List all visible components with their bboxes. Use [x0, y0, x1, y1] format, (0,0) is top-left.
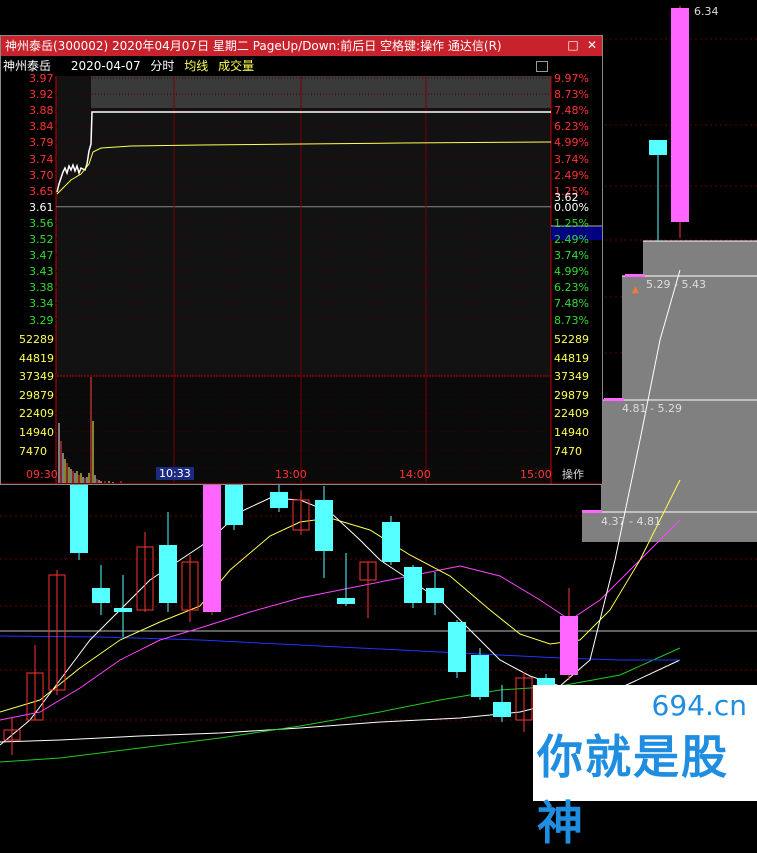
current-price-label: 3.62 — [554, 191, 579, 204]
price-tick: 3.61 — [29, 200, 54, 214]
volume-tick-right: 29879 — [554, 388, 589, 402]
pct-tick: 1.25% — [554, 216, 589, 230]
high-price-label: 6.34 — [694, 5, 719, 18]
price-tick: 3.65 — [29, 184, 54, 198]
candle-body — [92, 588, 110, 603]
chip-marker — [582, 510, 602, 513]
price-tick: 3.47 — [29, 249, 54, 263]
candle-body — [203, 485, 221, 612]
pct-tick: 9.97% — [554, 72, 589, 85]
pct-tick: 8.73% — [554, 88, 589, 102]
candle-body — [471, 655, 489, 697]
pct-tick: 3.74% — [554, 152, 589, 166]
candle-body — [560, 616, 578, 675]
time-tick: 15:00 — [520, 468, 552, 481]
window-title: 神州泰岳(300002) 2020年04月07日 星期二 PageUp/Down… — [5, 39, 502, 53]
price-tick: 3.79 — [29, 136, 54, 150]
close-icon[interactable]: ✕ — [586, 39, 598, 51]
candle-body — [382, 522, 400, 562]
volume-tick-right: 22409 — [554, 407, 589, 421]
time-tick: 09:30 — [26, 468, 58, 481]
volume-tick: 29879 — [19, 388, 54, 402]
price-tick: 3.88 — [29, 104, 54, 118]
up-arrow-icon: ▲ — [632, 285, 639, 295]
candle-body — [337, 598, 355, 604]
price-tick: 3.29 — [29, 313, 54, 327]
pct-tick: 7.48% — [554, 104, 589, 118]
range-label-3: 4.37 - 4.81 — [601, 515, 661, 528]
chip-panel — [622, 276, 757, 400]
volume-tick: 44819 — [19, 351, 54, 365]
pct-tick: 3.74% — [554, 249, 589, 263]
chip-marker — [604, 398, 624, 401]
range-label-2: 4.81 - 5.29 — [622, 402, 682, 415]
candle-body — [493, 702, 511, 717]
price-tick: 3.70 — [29, 168, 54, 182]
volume-tick-right: 37349 — [554, 370, 589, 384]
chip-marker — [625, 274, 645, 277]
time-cursor-label: 10:33 — [156, 467, 194, 480]
price-tick: 3.84 — [29, 120, 54, 134]
candle-body — [70, 485, 88, 553]
pct-tick: 8.73% — [554, 313, 589, 327]
pct-tick: 2.49% — [554, 233, 589, 246]
price-panel-bg — [56, 76, 551, 376]
price-tick: 3.43 — [29, 265, 54, 279]
pct-tick: 6.23% — [554, 281, 589, 295]
time-tick: 14:00 — [399, 468, 431, 481]
price-tick: 3.52 — [29, 233, 54, 246]
intraday-window[interactable]: 神州泰岳(300002) 2020年04月07日 星期二 PageUp/Down… — [0, 35, 603, 485]
candle-body — [404, 567, 422, 603]
chip-panel — [643, 241, 757, 276]
time-tick: 13:00 — [275, 468, 307, 481]
candle-body — [225, 485, 243, 525]
candle-body — [649, 140, 667, 155]
intraday-chart[interactable] — [1, 56, 602, 484]
candle-body — [114, 608, 132, 612]
pct-tick: 4.99% — [554, 136, 589, 150]
pct-tick: 7.48% — [554, 297, 589, 311]
price-tick: 3.56 — [29, 216, 54, 230]
pct-tick: 6.23% — [554, 120, 589, 134]
watermark-text: 你就是股神 — [537, 730, 729, 850]
candle-body — [270, 492, 288, 508]
price-tick: 3.38 — [29, 281, 54, 295]
candle-body — [671, 8, 689, 222]
watermark: 694.cn 你就是股神 — [533, 685, 757, 850]
price-tick: 3.97 — [29, 72, 54, 85]
candle-body — [315, 500, 333, 551]
price-tick: 3.74 — [29, 152, 54, 166]
range-label-1: 5.29 - 5.43 — [646, 278, 706, 291]
pct-tick: 4.99% — [554, 265, 589, 279]
limit-band — [91, 76, 551, 108]
window-titlebar[interactable]: 神州泰岳(300002) 2020年04月07日 星期二 PageUp/Down… — [1, 36, 602, 56]
price-tick: 3.92 — [29, 88, 54, 102]
candle-body — [426, 588, 444, 603]
volume-tick: 52289 — [19, 333, 54, 346]
volume-tick-right: 44819 — [554, 351, 589, 365]
candle-body — [159, 545, 177, 603]
pct-tick: 2.49% — [554, 168, 589, 182]
volume-tick-right: 52289 — [554, 333, 589, 346]
restore-icon[interactable]: □ — [567, 39, 579, 51]
candle-body — [448, 622, 466, 672]
action-button[interactable]: 操作 — [562, 468, 584, 481]
chip-panel — [601, 400, 757, 512]
price-tick: 3.34 — [29, 297, 54, 311]
volume-tick-right: 7470 — [554, 444, 582, 458]
volume-tick: 22409 — [19, 407, 54, 421]
volume-tick: 7470 — [19, 444, 47, 458]
volume-tick: 14940 — [19, 426, 54, 439]
watermark-url: 694.cn — [651, 689, 747, 722]
volume-tick: 37349 — [19, 370, 54, 384]
volume-tick-right: 14940 — [554, 426, 589, 439]
